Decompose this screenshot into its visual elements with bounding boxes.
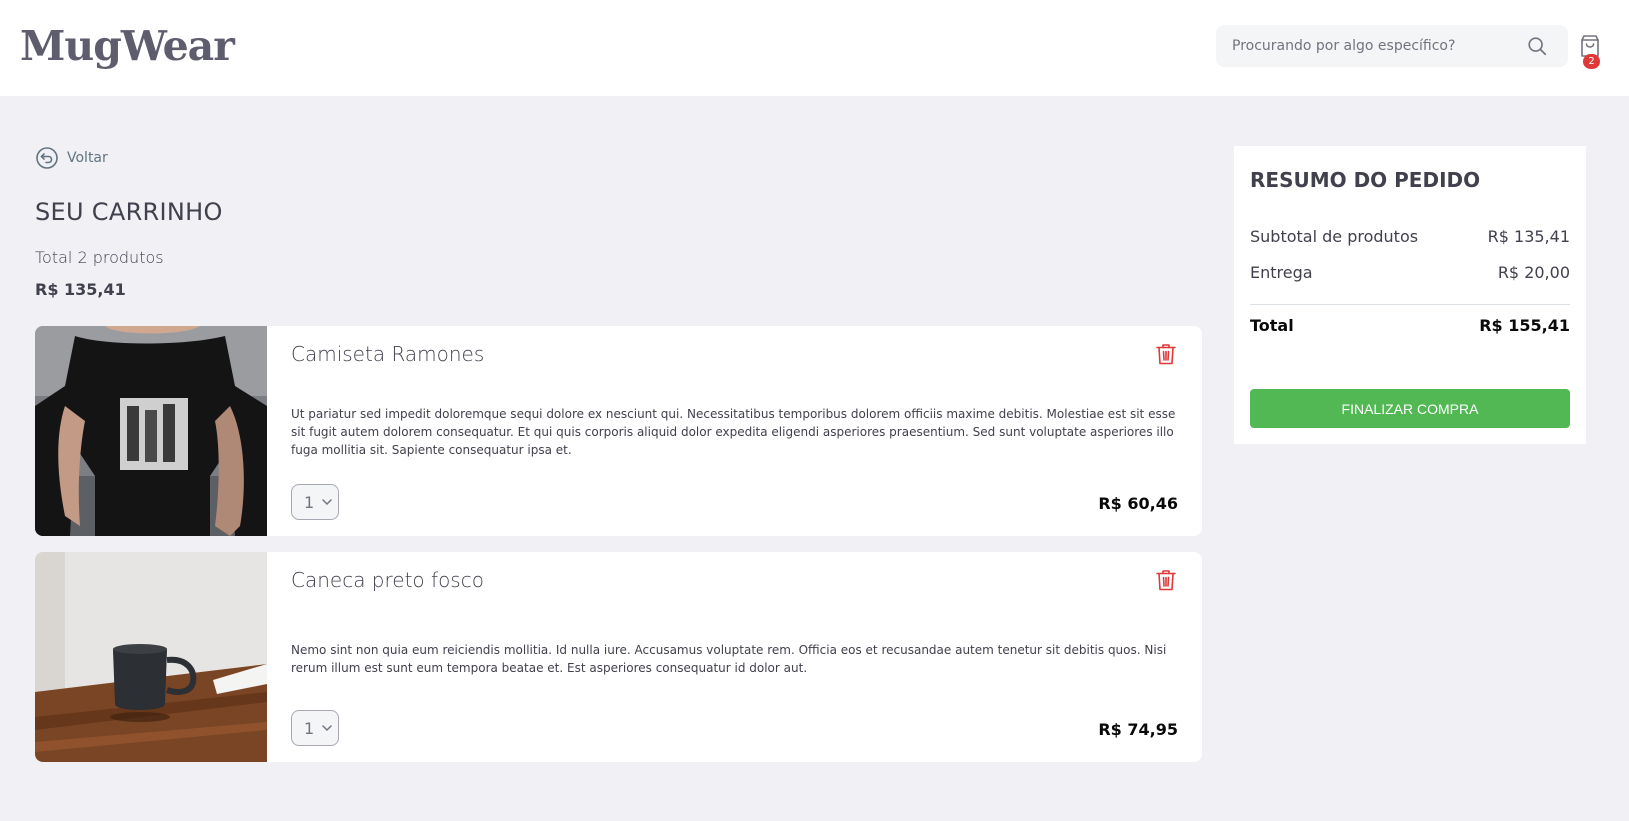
product-name[interactable]: Camiseta Ramones (291, 342, 484, 366)
product-name[interactable]: Caneca preto fosco (291, 568, 484, 592)
trash-icon[interactable] (1156, 569, 1176, 591)
search-input[interactable] (1216, 25, 1516, 67)
subtotal-label: Subtotal de produtos (1250, 227, 1419, 246)
search-icon[interactable] (1526, 35, 1548, 57)
subtotal-value: R$ 135,41 (1487, 227, 1570, 246)
quantity-select[interactable]: 1 (291, 710, 339, 746)
product-price: R$ 74,95 (1098, 720, 1178, 739)
cart-total-count: Total 2 produtos (35, 248, 164, 267)
quantity-value: 1 (304, 492, 315, 512)
search-bar (1216, 25, 1568, 67)
divider (1250, 304, 1570, 305)
chevron-down-icon (322, 499, 332, 506)
quantity-select[interactable]: 1 (291, 484, 339, 520)
delivery-row: Entrega R$ 20,00 (1250, 263, 1570, 282)
cart-item: Caneca preto fosco Nemo sint non quia eu… (35, 552, 1202, 762)
product-description: Nemo sint non quia eum reiciendis mollit… (291, 643, 1167, 675)
checkout-button[interactable]: FINALIZAR COMPRA (1250, 389, 1570, 428)
back-arrow-icon (36, 147, 58, 169)
page-title: SEU CARRINHO (35, 198, 223, 226)
cart-total-value: R$ 135,41 (35, 280, 126, 299)
total-row: Total R$ 155,41 (1250, 316, 1570, 335)
back-label: Voltar (67, 150, 108, 166)
total-value: R$ 155,41 (1479, 316, 1570, 335)
cart-item: Camiseta Ramones Ut pariatur sed impedit… (35, 326, 1202, 536)
product-image (35, 326, 267, 536)
product-description: Ut pariatur sed impedit doloremque sequi… (291, 407, 1176, 457)
logo[interactable]: MugWear (20, 22, 235, 70)
delivery-value: R$ 20,00 (1497, 263, 1570, 282)
subtotal-row: Subtotal de produtos R$ 135,41 (1250, 227, 1570, 246)
product-price: R$ 60,46 (1098, 494, 1178, 513)
header: MugWear 2 (0, 0, 1629, 96)
chevron-down-icon (322, 725, 332, 732)
order-summary: RESUMO DO PEDIDO Subtotal de produtos R$… (1234, 146, 1586, 444)
cart-count-badge: 2 (1583, 54, 1600, 69)
quantity-value: 1 (304, 718, 315, 738)
back-link[interactable]: Voltar (35, 146, 108, 170)
trash-icon[interactable] (1156, 343, 1176, 365)
summary-title: RESUMO DO PEDIDO (1250, 168, 1481, 192)
total-label: Total (1250, 316, 1294, 335)
product-image (35, 552, 267, 762)
delivery-label: Entrega (1250, 263, 1313, 282)
